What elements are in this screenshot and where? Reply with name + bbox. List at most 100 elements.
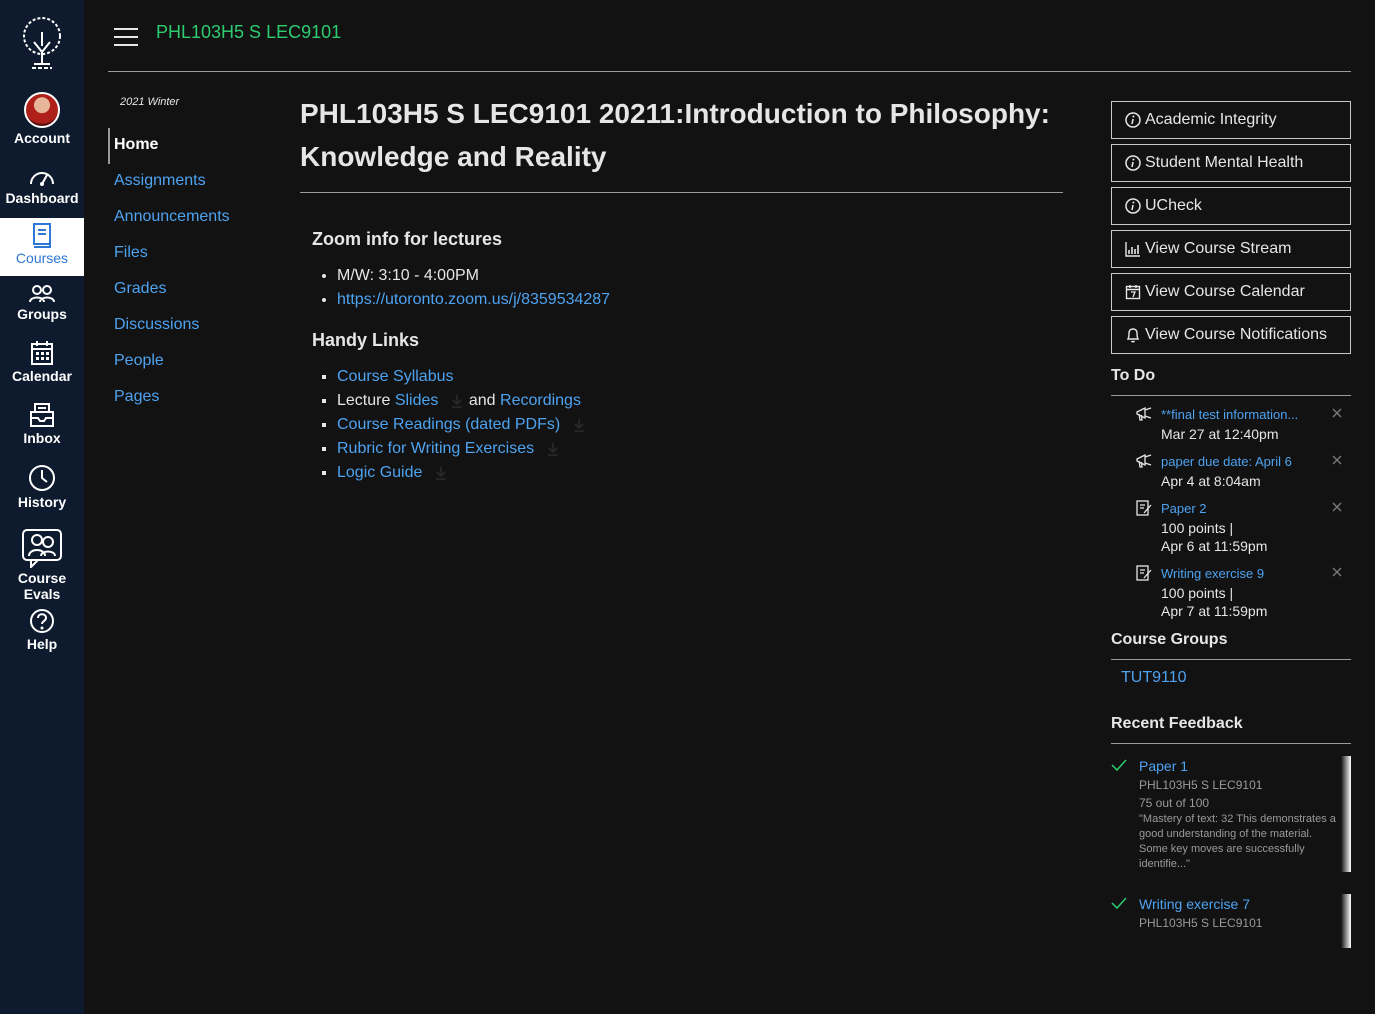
- feedback-score: 75 out of 100: [1139, 796, 1210, 810]
- zoom-list: M/W: 3:10 - 4:00PM https://utoronto.zoom…: [337, 264, 1063, 312]
- term-label: 2021 Winter: [120, 96, 180, 108]
- close-icon[interactable]: [1331, 407, 1343, 419]
- global-nav-courses[interactable]: Courses: [0, 218, 84, 276]
- academic-integrity-button[interactable]: Academic Integrity: [1111, 101, 1351, 139]
- feedback-comment: "Mastery of text: 32 This demonstrates a…: [1139, 813, 1336, 870]
- course-nav-people[interactable]: People: [108, 344, 288, 380]
- course-nav-home[interactable]: Home: [108, 128, 288, 164]
- feedback-link[interactable]: Writing exercise 7: [1139, 894, 1339, 914]
- course-nav-files[interactable]: Files: [108, 236, 288, 272]
- close-icon[interactable]: [1331, 501, 1343, 513]
- check-icon: [1111, 759, 1127, 772]
- todo-link[interactable]: **final test information...: [1161, 405, 1321, 425]
- close-icon[interactable]: [1331, 566, 1343, 578]
- course-nav: 2021 Winter Home Assignments Announcemen…: [108, 92, 288, 416]
- course-nav-announcements[interactable]: Announcements: [108, 200, 288, 236]
- global-nav-help[interactable]: Help: [0, 608, 84, 652]
- readings-link[interactable]: Course Readings (dated PDFs): [337, 416, 560, 433]
- global-nav-groups[interactable]: Groups: [0, 284, 84, 322]
- avatar: [24, 92, 60, 128]
- stream-chart-icon: [1125, 242, 1140, 257]
- global-nav-course-evals[interactable]: Course Evals: [0, 528, 84, 602]
- announcement-icon: [1136, 406, 1152, 421]
- global-nav-inbox[interactable]: Inbox: [0, 402, 84, 446]
- groups-icon: [29, 285, 55, 303]
- todo-link[interactable]: Writing exercise 9: [1161, 564, 1321, 584]
- group-link[interactable]: TUT9110: [1121, 669, 1351, 687]
- close-icon[interactable]: [1331, 454, 1343, 466]
- and-label: and: [468, 392, 496, 409]
- course-evals-icon: [22, 529, 62, 568]
- todo-link[interactable]: paper due date: April 6: [1161, 452, 1321, 472]
- syllabus-link[interactable]: Course Syllabus: [337, 368, 454, 385]
- global-nav-label: Account: [14, 130, 70, 146]
- slides-link[interactable]: Slides: [395, 392, 439, 409]
- global-nav-label: Groups: [17, 306, 67, 322]
- info-icon: [1125, 198, 1141, 214]
- global-nav-dashboard[interactable]: Dashboard: [0, 166, 84, 206]
- todo-points: 100 points |: [1161, 520, 1234, 536]
- global-nav-label: Calendar: [12, 368, 72, 384]
- dashboard-icon: [30, 172, 54, 186]
- download-icon[interactable]: [546, 442, 560, 456]
- view-course-stream-button[interactable]: View Course Stream: [1111, 230, 1351, 268]
- university-logo[interactable]: [12, 12, 72, 72]
- ucheck-button[interactable]: UCheck: [1111, 187, 1351, 225]
- courses-icon: [33, 223, 51, 248]
- fade-edge: [1341, 756, 1351, 872]
- student-mental-health-button[interactable]: Student Mental Health: [1111, 144, 1351, 182]
- list-item: Lecture Slides and Recordings: [337, 389, 1063, 413]
- announcement-icon: [1136, 453, 1152, 468]
- inbox-icon: [30, 403, 54, 427]
- todo-item: paper due date: April 6 Apr 4 at 8:04am: [1111, 452, 1351, 490]
- global-nav: Account Dashboard Courses Groups Calenda…: [0, 0, 84, 1014]
- global-nav-history[interactable]: History: [0, 464, 84, 510]
- global-nav-label: Courses: [15, 250, 69, 266]
- todo-points: 100 points |: [1161, 585, 1234, 601]
- todo-date: Apr 7 at 11:59pm: [1161, 603, 1268, 619]
- global-nav-account[interactable]: Account: [0, 92, 84, 146]
- button-label: UCheck: [1145, 197, 1202, 214]
- course-nav-discussions[interactable]: Discussions: [108, 308, 288, 344]
- todo-link[interactable]: Paper 2: [1161, 499, 1321, 519]
- global-nav-label: Course Evals: [17, 570, 67, 602]
- list-item: Logic Guide: [337, 461, 1063, 485]
- course-nav-assignments[interactable]: Assignments: [108, 164, 288, 200]
- feedback-course: PHL103H5 S LEC9101: [1139, 778, 1263, 792]
- button-label: Student Mental Health: [1145, 154, 1304, 171]
- view-course-notifications-button[interactable]: View Course Notifications: [1111, 316, 1351, 354]
- right-sidebar: Academic Integrity Student Mental Health…: [1111, 101, 1351, 948]
- global-nav-label: Inbox: [23, 430, 61, 446]
- list-item: Course Readings (dated PDFs): [337, 413, 1063, 437]
- info-icon: [1125, 155, 1141, 171]
- recent-feedback-heading: Recent Feedback: [1111, 715, 1351, 744]
- course-nav-grades[interactable]: Grades: [108, 272, 288, 308]
- list-item: Rubric for Writing Exercises: [337, 437, 1063, 461]
- breadcrumb-course[interactable]: PHL103H5 S LEC9101: [156, 22, 341, 43]
- global-nav-calendar[interactable]: Calendar: [0, 340, 84, 384]
- recordings-link[interactable]: Recordings: [500, 392, 581, 409]
- zoom-time: M/W: 3:10 - 4:00PM: [337, 264, 1063, 288]
- download-icon[interactable]: [572, 418, 586, 432]
- check-icon: [1111, 897, 1127, 910]
- rubric-link[interactable]: Rubric for Writing Exercises: [337, 440, 534, 457]
- list-item: Course Syllabus: [337, 365, 1063, 389]
- handy-links-list: Course Syllabus Lecture Slides and Recor…: [337, 365, 1063, 485]
- feedback-item: Paper 1 PHL103H5 S LEC9101 75 out of 100…: [1111, 756, 1351, 872]
- page-header: PHL103H5 S LEC9101: [108, 0, 1351, 72]
- button-label: View Course Stream: [1145, 240, 1292, 257]
- zoom-heading: Zoom info for lectures: [312, 229, 503, 249]
- main-content: PHL103H5 S LEC9101 20211:Introduction to…: [300, 92, 1063, 485]
- course-nav-pages[interactable]: Pages: [108, 380, 288, 416]
- todo-item: Writing exercise 9 100 points | Apr 7 at…: [1111, 564, 1351, 620]
- download-icon[interactable]: [450, 394, 464, 408]
- logic-guide-link[interactable]: Logic Guide: [337, 464, 422, 481]
- zoom-link[interactable]: https://utoronto.zoom.us/j/8359534287: [337, 291, 610, 308]
- global-nav-label: History: [17, 494, 67, 510]
- view-course-calendar-button[interactable]: View Course Calendar: [1111, 273, 1351, 311]
- todo-item: **final test information... Mar 27 at 12…: [1111, 405, 1351, 443]
- download-icon[interactable]: [434, 466, 448, 480]
- hamburger-menu-icon[interactable]: [114, 28, 138, 46]
- assignment-icon: [1136, 565, 1152, 581]
- feedback-link[interactable]: Paper 1: [1139, 756, 1339, 776]
